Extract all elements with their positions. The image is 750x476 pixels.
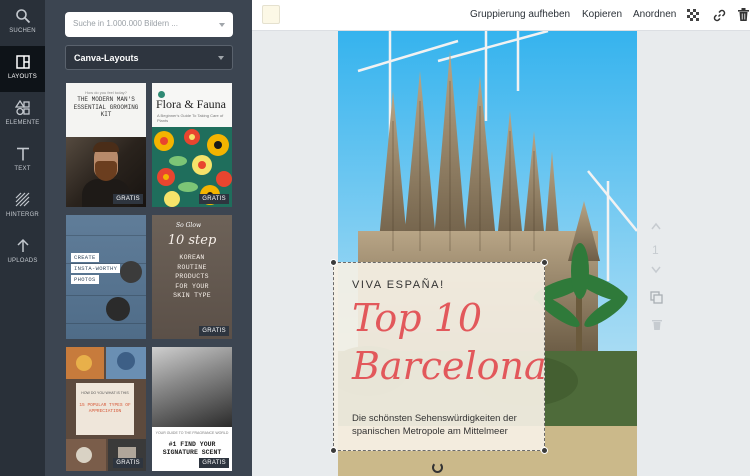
photo-shape: [93, 142, 119, 152]
thumb-body-line: FOR YOUR: [175, 282, 209, 290]
pinecone-shape: [120, 261, 142, 283]
rail-label: TEXT: [14, 166, 31, 172]
layout-thumbnail-insta[interactable]: CREATE INSTA-WORTHY PHOTOS: [66, 215, 146, 339]
pinecone-shape: [106, 297, 130, 321]
rail-layouts[interactable]: LAYOUTS: [0, 46, 45, 92]
free-badge: GRATIS: [199, 326, 229, 336]
rail-elements[interactable]: ELEMENTE: [0, 92, 45, 138]
thumb-small-text: How do you feel today?: [85, 90, 127, 95]
duplicate-page-icon[interactable]: [650, 291, 663, 304]
rail-uploads[interactable]: UPLOADS: [0, 230, 45, 276]
thumb-photo: [152, 347, 232, 427]
thumb-title: 15 POPULAR TYPES OF APPRECIATION: [79, 403, 131, 414]
thumb-heading: THE MODERN MAN'S ESSENTIAL GROOMING KIT: [73, 96, 139, 118]
ungroup-button[interactable]: Gruppierung aufheben: [470, 9, 570, 20]
thumb-small-text: YOUR GUIDE TO THE FRAGRANCE WORLD: [155, 431, 229, 435]
background-icon: [15, 192, 29, 207]
thumb-subheading: A Beginner's Guide To Taking Care of Pla…: [157, 113, 224, 123]
layouts-panel: Suche in 1.000.000 Bildern ... Canva-Lay…: [45, 0, 252, 476]
rail-background[interactable]: HINTERGR: [0, 184, 45, 230]
thumb-title: #1 FIND YOUR SIGNATURE SCENT: [152, 441, 232, 457]
copy-button[interactable]: Kopieren: [582, 9, 622, 20]
free-badge: GRATIS: [113, 194, 143, 204]
arrange-button[interactable]: Anordnen: [633, 9, 676, 20]
page-number: 1: [652, 243, 659, 257]
thumb-body-line: ROUTINE: [177, 263, 207, 271]
thumb-body-line: KOREAN: [179, 254, 205, 261]
layouts-icon: [15, 55, 30, 69]
rail-label: SUCHEN: [9, 28, 36, 34]
resize-handle[interactable]: [330, 259, 337, 266]
checker-icon[interactable]: [687, 9, 699, 21]
resize-handle[interactable]: [541, 259, 548, 266]
chevron-down-icon[interactable]: [651, 266, 661, 274]
text-icon: [16, 147, 29, 161]
delete-page-icon[interactable]: [652, 318, 662, 330]
layout-thumbnail-grooming[interactable]: How do you feel today? THE MODERN MAN'S …: [66, 83, 146, 207]
rail-label: HINTERGR: [6, 212, 39, 218]
chevron-down-icon: [218, 56, 224, 60]
thumb-body-line: PRODUCTS: [175, 273, 209, 280]
thumb-script: So Glow: [176, 222, 202, 229]
free-badge: GRATIS: [199, 458, 229, 468]
rail-label: ELEMENTE: [5, 120, 40, 126]
layout-type-select[interactable]: Canva-Layouts: [65, 45, 233, 70]
wood-line: [66, 235, 146, 236]
canva-editor: SUCHEN LAYOUTS ELEMENTE TEXT HINTERGR UP…: [0, 0, 750, 476]
rotate-icon[interactable]: [432, 462, 443, 473]
thumb-title-line: SIGNATURE SCENT: [162, 449, 222, 456]
selection-box[interactable]: [333, 262, 545, 451]
thumb-body: KOREAN ROUTINE PRODUCTS FOR YOUR SKIN TY…: [152, 253, 232, 301]
thumb-line: INSTA-WORTHY: [71, 264, 121, 273]
left-rail: SUCHEN LAYOUTS ELEMENTE TEXT HINTERGR UP…: [0, 0, 45, 476]
layout-thumbnail-scent[interactable]: YOUR GUIDE TO THE FRAGRANCE WORLD #1 FIN…: [152, 347, 232, 471]
free-badge: GRATIS: [199, 194, 229, 204]
chevron-down-icon: [219, 23, 225, 27]
search-placeholder: Suche in 1.000.000 Bildern ...: [73, 19, 178, 28]
chevron-up-icon[interactable]: [651, 222, 661, 230]
link-icon[interactable]: [713, 9, 726, 22]
rail-search[interactable]: SUCHEN: [0, 0, 45, 46]
thumb-small-text: HOW DO YOU WHAT IS THIS: [81, 391, 129, 395]
layout-type-value: Canva-Layouts: [74, 53, 139, 63]
thumb-body-line: SKIN TYPE: [173, 292, 211, 299]
thumb-heading: Flora & Fauna: [156, 97, 226, 111]
thumb-title: 10 step: [167, 233, 217, 248]
rail-label: LAYOUTS: [8, 74, 37, 80]
resize-handle[interactable]: [330, 447, 337, 454]
search-input[interactable]: Suche in 1.000.000 Bildern ...: [65, 12, 233, 37]
wood-line: [66, 295, 146, 296]
upload-icon: [16, 238, 29, 252]
rail-label: UPLOADS: [7, 258, 38, 264]
layout-thumbnail-flora[interactable]: Flora & Fauna A Beginner's Guide To Taki…: [152, 83, 232, 207]
free-badge: GRATIS: [113, 458, 143, 468]
wood-line: [66, 323, 146, 324]
rail-text[interactable]: TEXT: [0, 138, 45, 184]
trash-icon[interactable]: [738, 8, 749, 21]
search-icon: [15, 9, 30, 24]
thumb-title-line: #1 FIND YOUR: [168, 441, 216, 448]
top-toolbar: Gruppierung aufheben Kopieren Anordnen: [252, 0, 750, 31]
color-swatch[interactable]: [262, 5, 280, 24]
thumb-line: CREATE: [71, 253, 99, 262]
layout-thumbnail-appreciation[interactable]: HOW DO YOU WHAT IS THIS 15 POPULAR TYPES…: [66, 347, 146, 471]
layout-thumbnail-korean[interactable]: So Glow 10 step KOREAN ROUTINE PRODUCTS …: [152, 215, 232, 339]
resize-handle[interactable]: [541, 447, 548, 454]
elements-icon: [14, 100, 30, 116]
thumb-line: PHOTOS: [71, 275, 99, 284]
